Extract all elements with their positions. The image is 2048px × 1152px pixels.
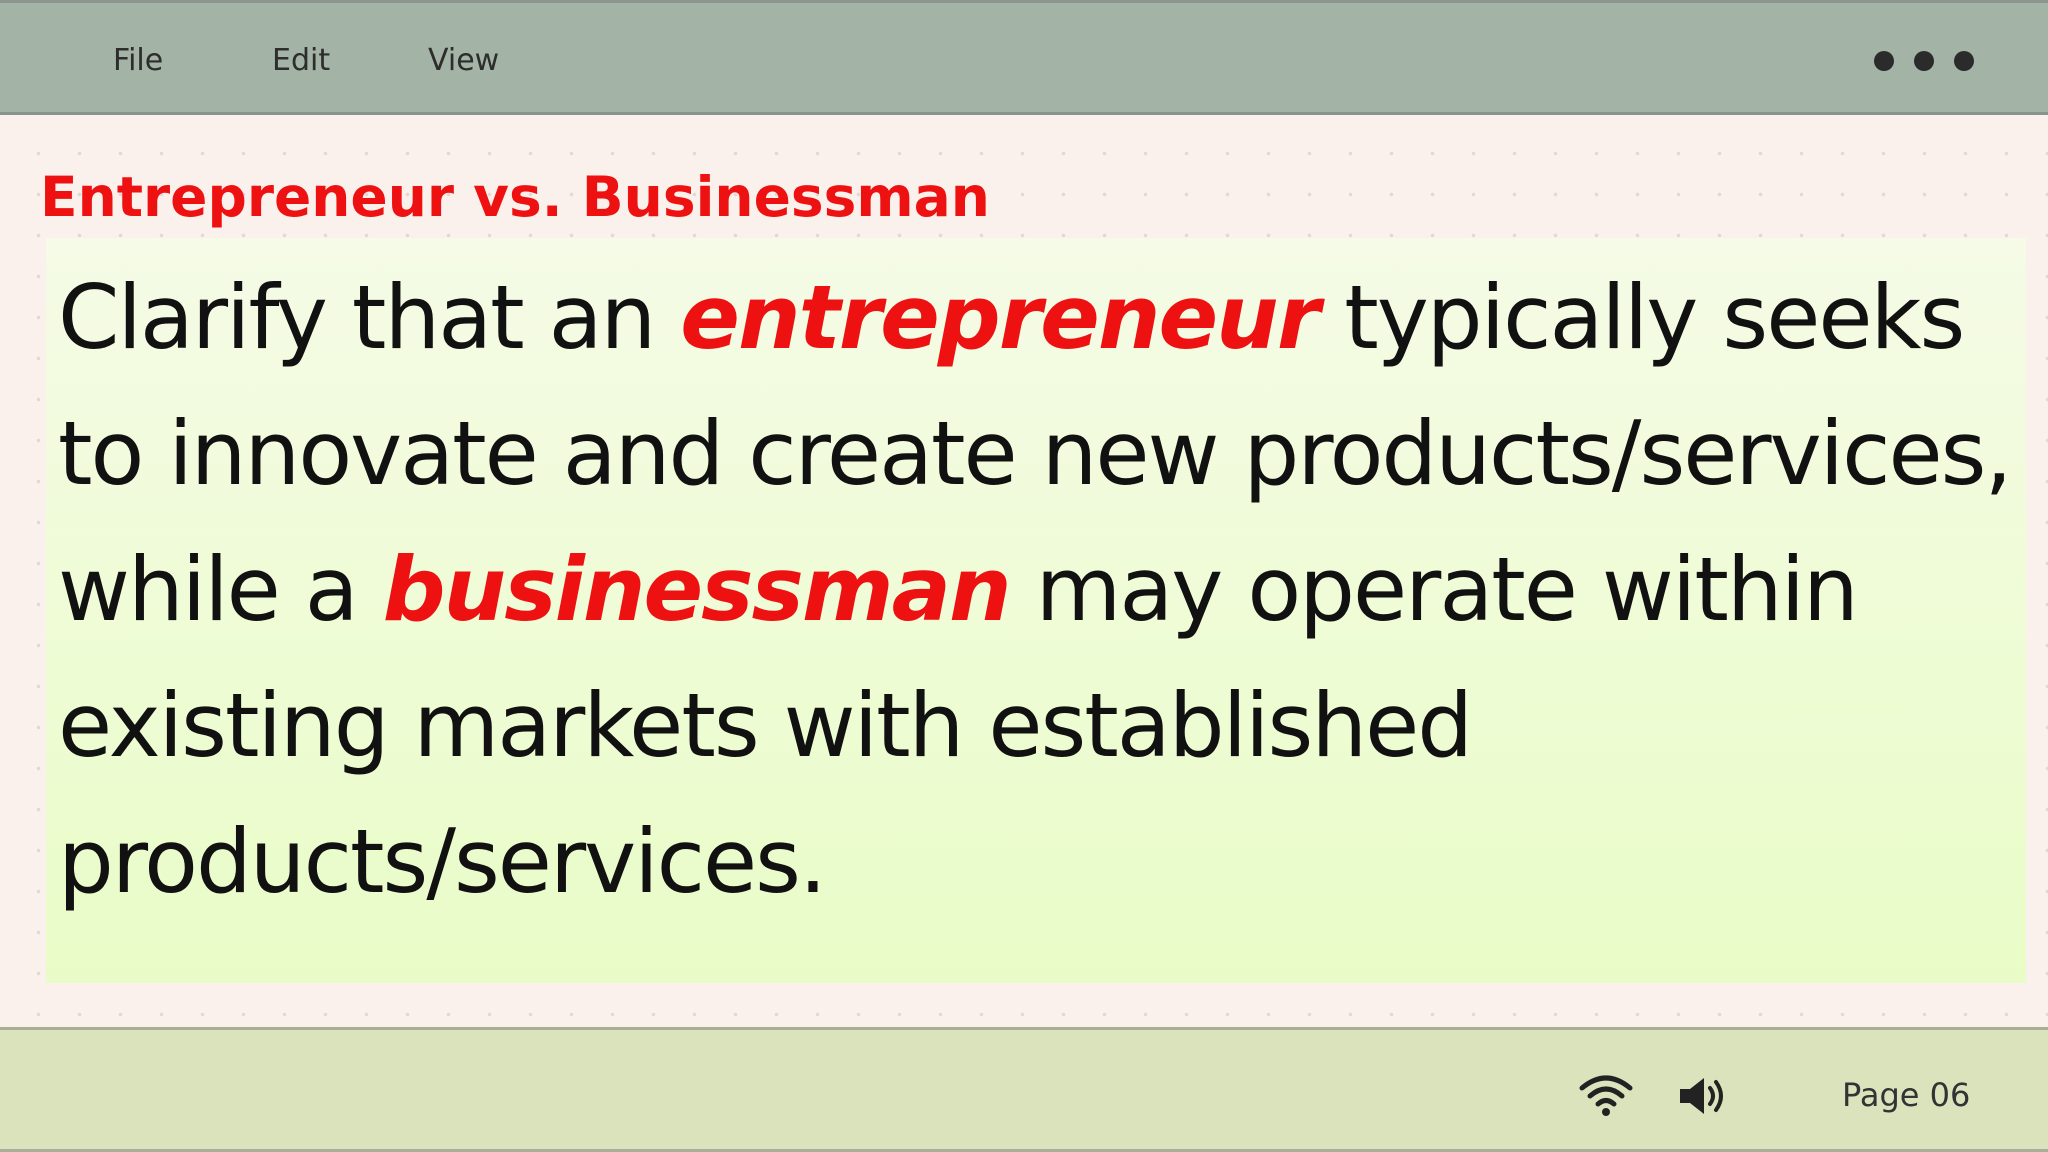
page-indicator: Page 06 bbox=[1842, 1076, 1971, 1114]
slide-title: Entrepreneur vs. Businessman bbox=[40, 165, 990, 229]
menu-bar: File Edit View bbox=[0, 0, 2048, 115]
slide-body-text: Clarify that an entrepreneur typically s… bbox=[58, 250, 2018, 930]
menu-edit[interactable]: Edit bbox=[272, 41, 330, 81]
more-dot-icon bbox=[1954, 51, 1974, 71]
slide-canvas: Entrepreneur vs. Businessman Clarify tha… bbox=[0, 115, 2048, 1027]
more-options-button[interactable] bbox=[1866, 33, 1982, 89]
menu-file[interactable]: File bbox=[113, 41, 163, 81]
more-dot-icon bbox=[1874, 51, 1894, 71]
slide-content-box: Clarify that an entrepreneur typically s… bbox=[46, 238, 2026, 983]
speaker-icon[interactable] bbox=[1676, 1074, 1732, 1118]
status-bar: Page 06 bbox=[0, 1027, 2048, 1152]
body-text-part: Clarify that an bbox=[58, 266, 681, 369]
emphasis-entrepreneur: entrepreneur bbox=[680, 266, 1320, 369]
menu-view[interactable]: View bbox=[428, 41, 499, 81]
emphasis-businessman: businessman bbox=[382, 538, 1012, 641]
more-dot-icon bbox=[1914, 51, 1934, 71]
wifi-icon[interactable] bbox=[1578, 1074, 1634, 1118]
